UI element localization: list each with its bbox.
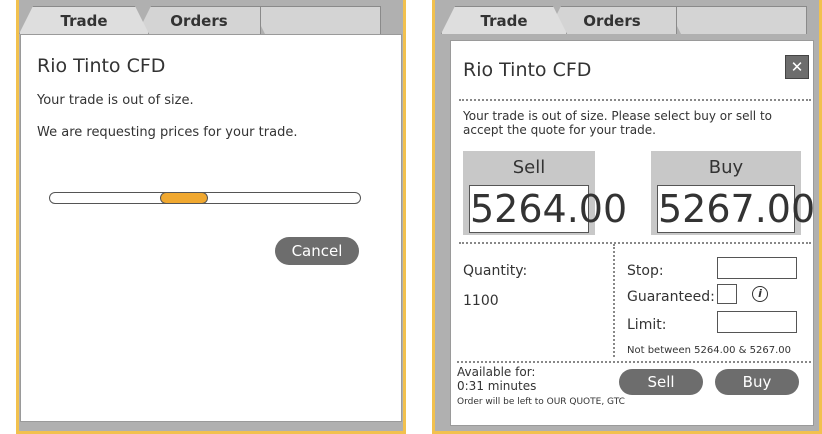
left-trade-panel: Orders Trade Rio Tinto CFD Your trade is… [16,0,406,434]
page-title: Rio Tinto CFD [463,59,592,81]
buy-label: Buy [708,157,744,178]
requesting-prices-message: We are requesting prices for your trade. [37,125,298,140]
quantity-value: 1100 [463,293,499,309]
sell-label: Sell [512,157,546,178]
cancel-button[interactable]: Cancel [275,237,359,265]
page-title: Rio Tinto CFD [37,55,166,77]
stop-input[interactable] [717,257,797,279]
progress-indicator [160,192,208,204]
guaranteed-label: Guaranteed: [627,289,715,305]
stop-label: Stop: [627,263,664,279]
close-icon: ✕ [790,58,804,76]
guaranteed-checkbox[interactable] [717,284,737,304]
tab-trade[interactable]: Trade [441,6,567,34]
sell-button[interactable]: Sell [619,369,703,395]
buy-price: 5267.00 [657,185,816,233]
info-icon[interactable]: i [752,286,768,302]
limit-label: Limit: [627,317,667,333]
out-of-size-message: Your trade is out of size. [37,93,194,108]
right-trade-panel: Orders Trade Rio Tinto CFD ✕ Your trade … [432,0,822,434]
available-label: Available for: [457,365,536,379]
loading-progress-bar [49,192,361,204]
divider [459,99,811,101]
buy-price-box[interactable]: Buy 5267.00 [651,151,816,235]
divider [459,242,811,244]
right-tab-bar: Orders Trade [435,0,819,34]
range-note: Not between 5264.00 & 5267.00 [627,345,791,356]
tab-orders[interactable]: Orders [137,6,261,34]
order-note: Order will be left to OUR QUOTE, GTC [457,397,625,407]
available-time: 0:31 minutes [457,379,537,393]
vertical-divider [613,244,615,357]
buy-button[interactable]: Buy [715,369,799,395]
close-button[interactable]: ✕ [785,55,809,79]
divider [457,361,811,363]
info-glyph: i [758,287,762,300]
left-tab-bar: Orders Trade [19,0,403,34]
right-content: Rio Tinto CFD ✕ Your trade is out of siz… [450,40,816,426]
quote-message: Your trade is out of size. Please select… [463,109,772,137]
sell-price-box[interactable]: Sell 5264.00 [463,151,628,235]
left-content: Rio Tinto CFD Your trade is out of size.… [20,34,402,422]
tab-trade[interactable]: Trade [19,6,149,34]
tab-orders[interactable]: Orders [547,6,677,34]
limit-input[interactable] [717,311,797,333]
sell-price: 5264.00 [469,185,628,233]
quantity-label: Quantity: [463,263,528,279]
